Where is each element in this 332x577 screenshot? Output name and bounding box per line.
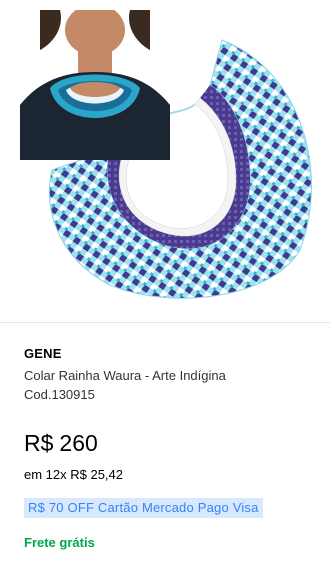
product-image-area[interactable]	[0, 0, 330, 322]
promo-badge: R$ 70 OFF Cartão Mercado Pago Visa	[24, 498, 263, 518]
price: R$ 260	[24, 428, 314, 458]
free-shipping-label: Frete grátis	[24, 535, 95, 550]
installments-text: em 12x R$ 25,42	[24, 467, 124, 482]
product-title-line1: Colar Rainha Waura - Arte Indígina	[24, 368, 226, 383]
brand-name: GENE	[24, 346, 62, 361]
image-info-divider	[0, 322, 330, 323]
price-currency: R$	[24, 430, 54, 456]
product-title[interactable]: Colar Rainha Waura - Arte Indígina Cod.1…	[24, 366, 314, 404]
price-amount: 260	[59, 430, 98, 456]
product-info: GENE Colar Rainha Waura - Arte Indígina …	[24, 346, 314, 552]
product-title-line2: Cod.130915	[24, 387, 95, 402]
model-wearing-necklace-image	[20, 10, 170, 160]
product-card[interactable]: GENE Colar Rainha Waura - Arte Indígina …	[0, 0, 330, 577]
